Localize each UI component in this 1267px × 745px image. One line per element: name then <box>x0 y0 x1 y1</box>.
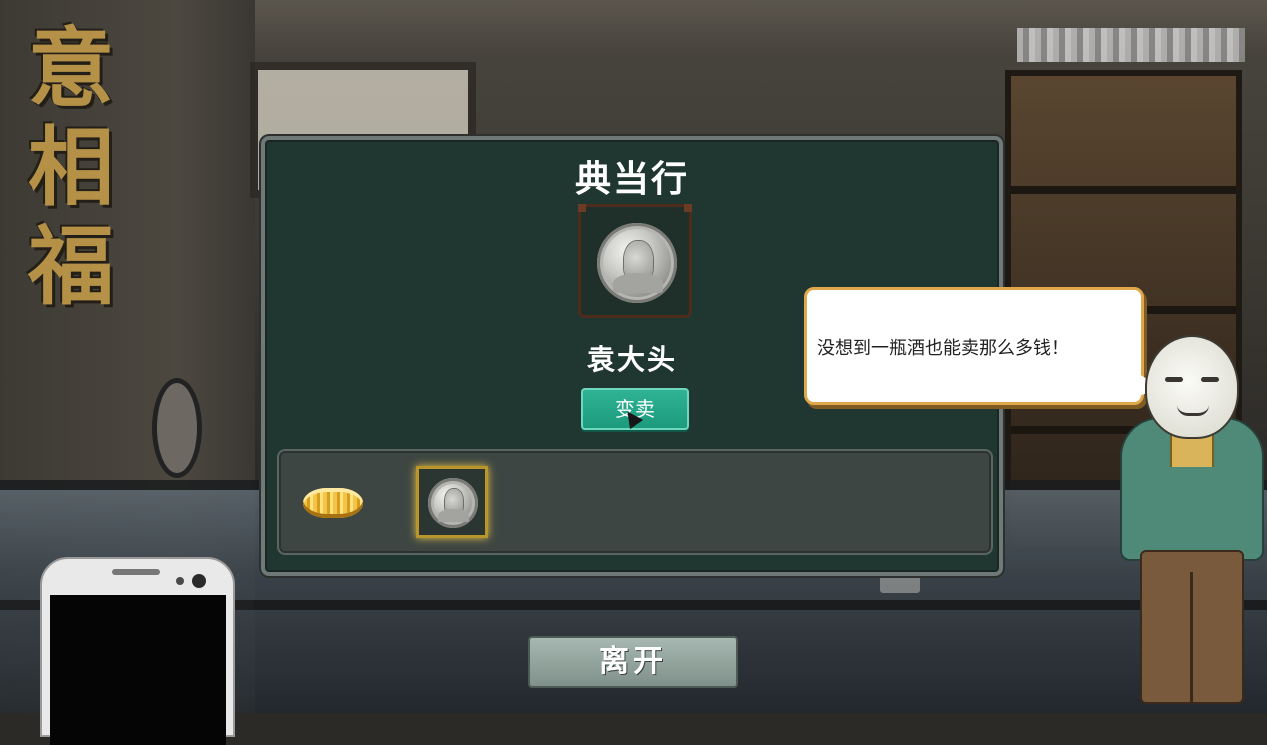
inventory-slot-gold-ring[interactable] <box>297 466 369 538</box>
speech-text: 没想到一瓶酒也能卖那么多钱！ <box>817 338 1069 359</box>
eye <box>1165 377 1183 382</box>
silver-coin-icon <box>428 478 478 528</box>
calligraphy-char: 相 <box>28 116 114 218</box>
mirror <box>152 378 202 478</box>
calligraphy-char: 福 <box>28 215 114 317</box>
inventory-slot-silver-coin[interactable] <box>416 466 488 538</box>
shopkeeper-meme-face <box>1145 335 1239 439</box>
eye <box>1201 377 1219 382</box>
phone-menu[interactable] <box>40 557 235 745</box>
speech-bubble: 没想到一瓶酒也能卖那么多钱！ <box>804 287 1161 405</box>
jewelry-tray <box>880 575 920 593</box>
shopkeeper-trousers <box>1140 550 1244 704</box>
phone-sensor <box>176 577 184 585</box>
gold-ring-icon <box>303 488 363 518</box>
selected-item-frame <box>578 204 692 318</box>
calligraphy-char: 意 <box>28 18 114 119</box>
dialog-title: 典当行 <box>574 159 689 200</box>
leave-button[interactable]: 离开 <box>528 636 738 688</box>
coin-portrait-body <box>613 272 663 294</box>
calligraphy-scroll: 意 相 福 <box>28 18 138 320</box>
phone-camera-icon <box>192 574 206 588</box>
silver-coin-icon <box>597 223 677 303</box>
shopkeeper-character <box>1115 335 1265 713</box>
coin-portrait-body <box>438 509 469 522</box>
shelf-plank <box>1011 186 1236 194</box>
inventory-bar <box>277 449 993 555</box>
phone-speaker <box>112 569 160 575</box>
phone-screen <box>50 595 226 745</box>
mouth <box>1177 405 1209 416</box>
pixelated-watermark <box>1017 28 1245 62</box>
